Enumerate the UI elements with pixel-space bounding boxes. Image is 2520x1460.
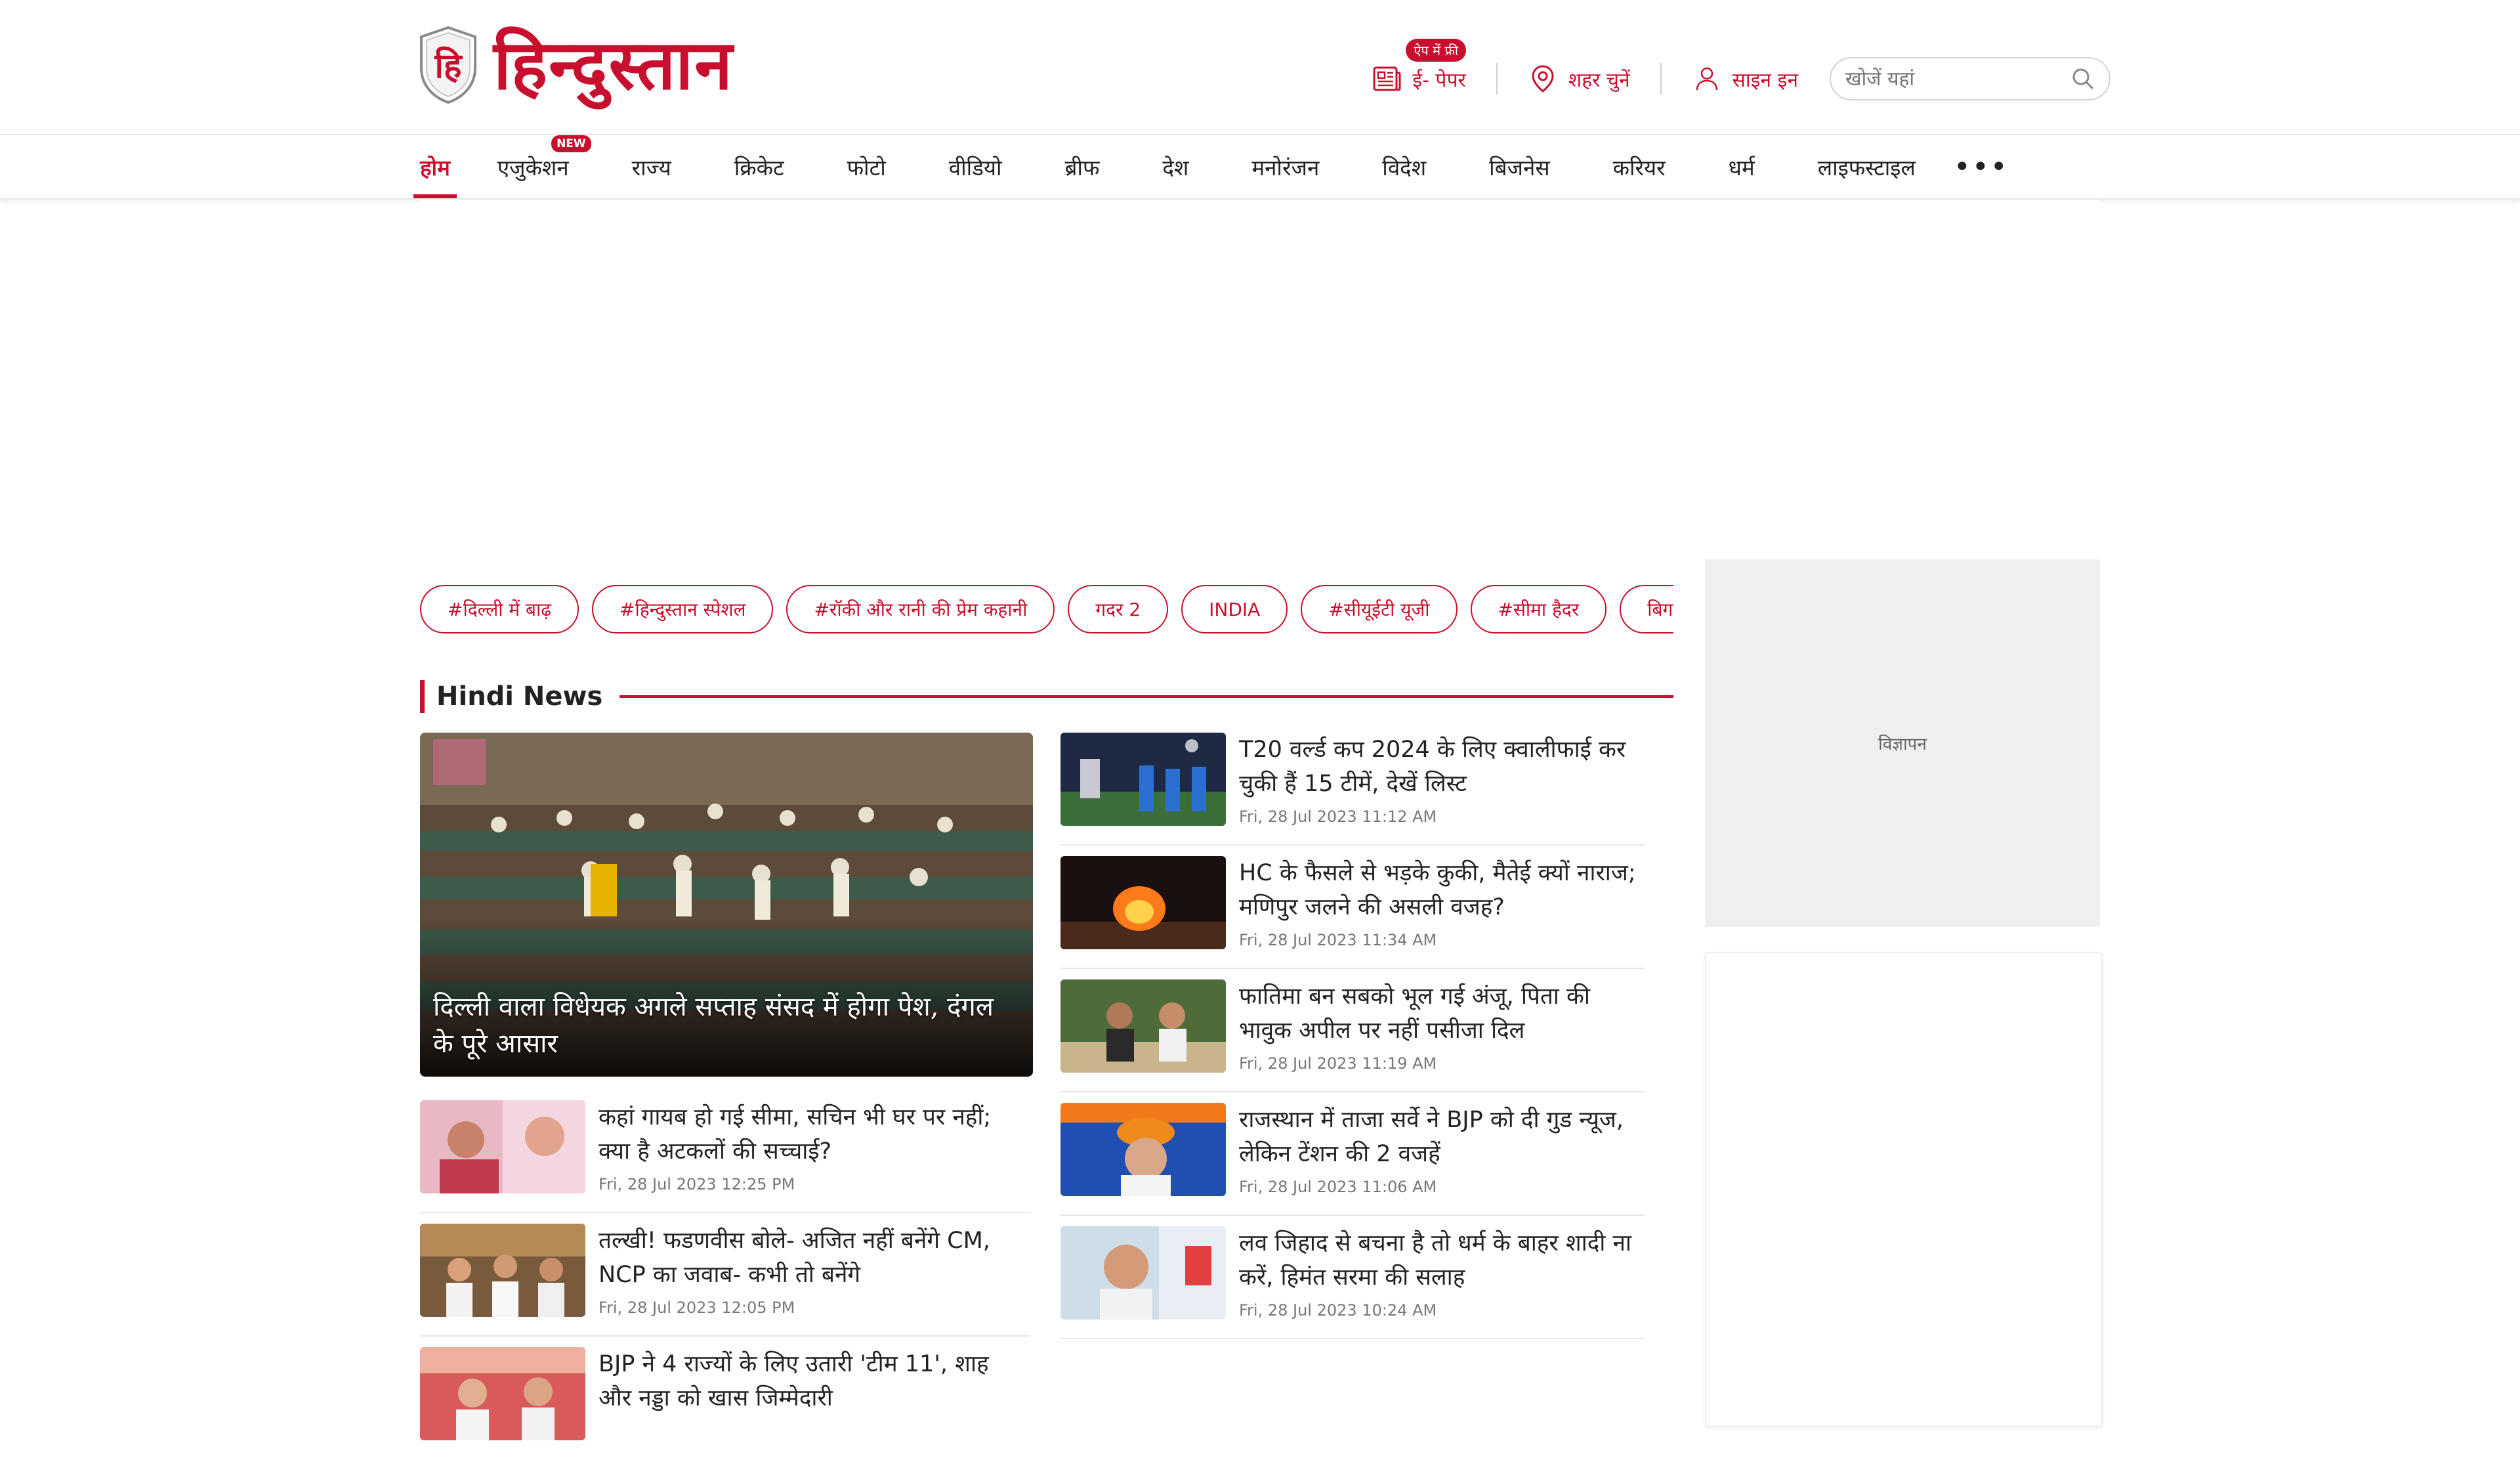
nav-more-button[interactable]: ••• bbox=[1954, 135, 2009, 198]
signin-link[interactable]: साइन इन bbox=[1692, 64, 1798, 94]
tag-chip[interactable]: #रॉकी और रानी की प्रेम कहानी bbox=[786, 585, 1055, 633]
epaper-label: ई- पेपर bbox=[1412, 68, 1466, 92]
city-label: शहर चुनें bbox=[1568, 68, 1630, 92]
user-icon bbox=[1696, 67, 1717, 91]
news-thumbnail bbox=[420, 1100, 585, 1193]
location-pin-icon bbox=[1532, 65, 1554, 93]
list-item[interactable]: तल्खी! फडणवीस बोले- अजित नहीं बनेंगे CM,… bbox=[420, 1224, 1030, 1337]
news-title[interactable]: राजस्थान में ताजा सर्वे ने BJP को दी गुड… bbox=[1239, 1103, 1646, 1171]
site-header: हि हिन्दुस्तान ऐप में फ्री ई- पेपर शहर च… bbox=[0, 0, 2520, 135]
tag-chip[interactable]: INDIA bbox=[1181, 585, 1288, 633]
sidebar-card bbox=[1705, 952, 2103, 1427]
news-thumbnail bbox=[420, 1347, 585, 1440]
news-thumbnail bbox=[1060, 856, 1226, 949]
list-item[interactable]: कहां गायब हो गई सीमा, सचिन भी घर पर नहीं… bbox=[420, 1100, 1030, 1213]
nav-item-entertainment[interactable]: मनोरंजन bbox=[1251, 135, 1319, 198]
news-thumbnail bbox=[1060, 733, 1226, 826]
list-item[interactable]: लव जिहाद से बचना है तो धर्म के बाहर शादी… bbox=[1060, 1226, 1645, 1339]
news-title[interactable]: BJP ने 4 राज्यों के लिए उतारी 'टीम 11', … bbox=[598, 1347, 1025, 1415]
logo-shield-icon: हि bbox=[420, 26, 476, 104]
list-item[interactable]: T20 वर्ल्ड कप 2024 के लिए क्वालीफाई कर च… bbox=[1060, 733, 1645, 846]
tag-chip[interactable]: #दिल्ली में बाढ़ bbox=[420, 585, 579, 633]
news-title[interactable]: तल्खी! फडणवीस बोले- अजित नहीं बनेंगे CM,… bbox=[598, 1224, 1025, 1292]
section-rule bbox=[620, 695, 1673, 698]
news-time: Fri, 28 Jul 2023 10:24 AM bbox=[1239, 1301, 1437, 1320]
logo-mark: हि bbox=[434, 46, 463, 86]
nav-item-brief[interactable]: ब्रीफ bbox=[1065, 135, 1100, 198]
search-icon[interactable] bbox=[2070, 66, 2096, 92]
nav-item-lifestyle[interactable]: लाइफस्टाइल bbox=[1818, 135, 1916, 198]
news-title[interactable]: फातिमा बन सबको भूल गई अंजू, पिता की भावु… bbox=[1239, 979, 1646, 1048]
site-logo[interactable]: हि हिन्दुस्तान bbox=[417, 25, 734, 105]
tag-chip[interactable]: बिग bbox=[1620, 585, 1673, 633]
list-item[interactable]: फातिमा बन सबको भूल गई अंजू, पिता की भावु… bbox=[1060, 979, 1645, 1092]
news-thumbnail bbox=[1060, 1226, 1226, 1320]
trending-tags: #दिल्ली में बाढ़ #हिन्दुस्तान स्पेशल #रॉ… bbox=[420, 583, 1673, 635]
news-time: Fri, 28 Jul 2023 11:19 AM bbox=[1239, 1054, 1437, 1073]
ad-label: विज्ञापन bbox=[1878, 735, 1927, 754]
nav-item-business[interactable]: बिजनेस bbox=[1489, 135, 1550, 198]
hero-story[interactable]: दिल्ली वाला विधेयक अगले सप्ताह संसद में … bbox=[420, 733, 1033, 1077]
section-header: Hindi News bbox=[420, 680, 1673, 713]
nav-item-cricket[interactable]: क्रिकेट bbox=[734, 135, 784, 198]
tag-chip[interactable]: #सीयूईटी यूजी bbox=[1301, 585, 1458, 633]
news-time: Fri, 28 Jul 2023 11:12 AM bbox=[1239, 807, 1437, 826]
logo-text: हिन्दुस्तान bbox=[494, 24, 734, 105]
news-time: Fri, 28 Jul 2023 11:06 AM bbox=[1239, 1178, 1437, 1196]
section-accent bbox=[420, 680, 425, 713]
hero-title[interactable]: दिल्ली वाला विधेयक अगले सप्ताह संसद में … bbox=[433, 989, 1013, 1062]
divider bbox=[1496, 63, 1498, 95]
main-nav: होम एजुकेशन NEW राज्य क्रिकेट फोटो वीडियो… bbox=[0, 135, 2520, 200]
nav-item-career[interactable]: करियर bbox=[1613, 135, 1666, 198]
nav-item-video[interactable]: वीडियो bbox=[949, 135, 1002, 198]
signin-label: साइन इन bbox=[1732, 68, 1798, 92]
epaper-free-badge: ऐप में फ्री bbox=[1406, 39, 1467, 62]
tag-chip[interactable]: गदर 2 bbox=[1068, 585, 1169, 633]
nav-item-religion[interactable]: धर्म bbox=[1729, 135, 1755, 198]
news-thumbnail bbox=[1060, 1103, 1226, 1196]
new-badge: NEW bbox=[551, 135, 591, 152]
section-title: Hindi News bbox=[436, 681, 603, 712]
header-tools: ऐप में फ्री ई- पेपर शहर चुनें साइन इन खो… bbox=[1372, 39, 2110, 112]
news-title[interactable]: T20 वर्ल्ड कप 2024 के लिए क्वालीफाई कर च… bbox=[1239, 733, 1646, 801]
news-title[interactable]: HC के फैसले से भड़के कुकी, मैतेई क्यों न… bbox=[1239, 856, 1646, 924]
search-input[interactable] bbox=[1844, 66, 2070, 91]
news-time: Fri, 28 Jul 2023 12:25 PM bbox=[598, 1175, 795, 1193]
top-ad-slot bbox=[420, 200, 2100, 541]
news-time: Fri, 28 Jul 2023 11:34 AM bbox=[1239, 931, 1437, 949]
list-item[interactable]: BJP ने 4 राज्यों के लिए उतारी 'टीम 11', … bbox=[420, 1347, 1030, 1460]
nav-item-world[interactable]: विदेश bbox=[1382, 135, 1426, 198]
tag-chip[interactable]: #सीमा हैदर bbox=[1470, 585, 1607, 633]
search-box bbox=[1830, 57, 2110, 100]
news-time: Fri, 28 Jul 2023 12:05 PM bbox=[598, 1299, 795, 1317]
nav-item-education[interactable]: एजुकेशन NEW bbox=[497, 135, 591, 198]
news-title[interactable]: लव जिहाद से बचना है तो धर्म के बाहर शादी… bbox=[1239, 1226, 1646, 1295]
nav-item-home[interactable]: होम bbox=[413, 135, 457, 198]
city-select[interactable]: शहर चुनें bbox=[1528, 64, 1630, 94]
news-thumbnail bbox=[420, 1224, 585, 1317]
sidebar-ad-slot: विज्ञापन bbox=[1705, 559, 2100, 927]
nav-item-country[interactable]: देश bbox=[1162, 135, 1188, 198]
news-title[interactable]: कहां गायब हो गई सीमा, सचिन भी घर पर नहीं… bbox=[598, 1100, 1025, 1169]
list-item[interactable]: राजस्थान में ताजा सर्वे ने BJP को दी गुड… bbox=[1060, 1103, 1645, 1216]
epaper-link[interactable]: ऐप में फ्री ई- पेपर bbox=[1372, 39, 1467, 94]
nav-item-states[interactable]: राज्य bbox=[632, 135, 671, 198]
divider bbox=[1660, 63, 1662, 95]
nav-item-photo[interactable]: फोटो bbox=[847, 135, 886, 198]
news-thumbnail bbox=[1060, 979, 1226, 1073]
tag-chip[interactable]: #हिन्दुस्तान स्पेशल bbox=[592, 585, 774, 633]
list-item[interactable]: HC के फैसले से भड़के कुकी, मैतेई क्यों न… bbox=[1060, 856, 1645, 969]
newspaper-icon bbox=[1373, 66, 1401, 91]
